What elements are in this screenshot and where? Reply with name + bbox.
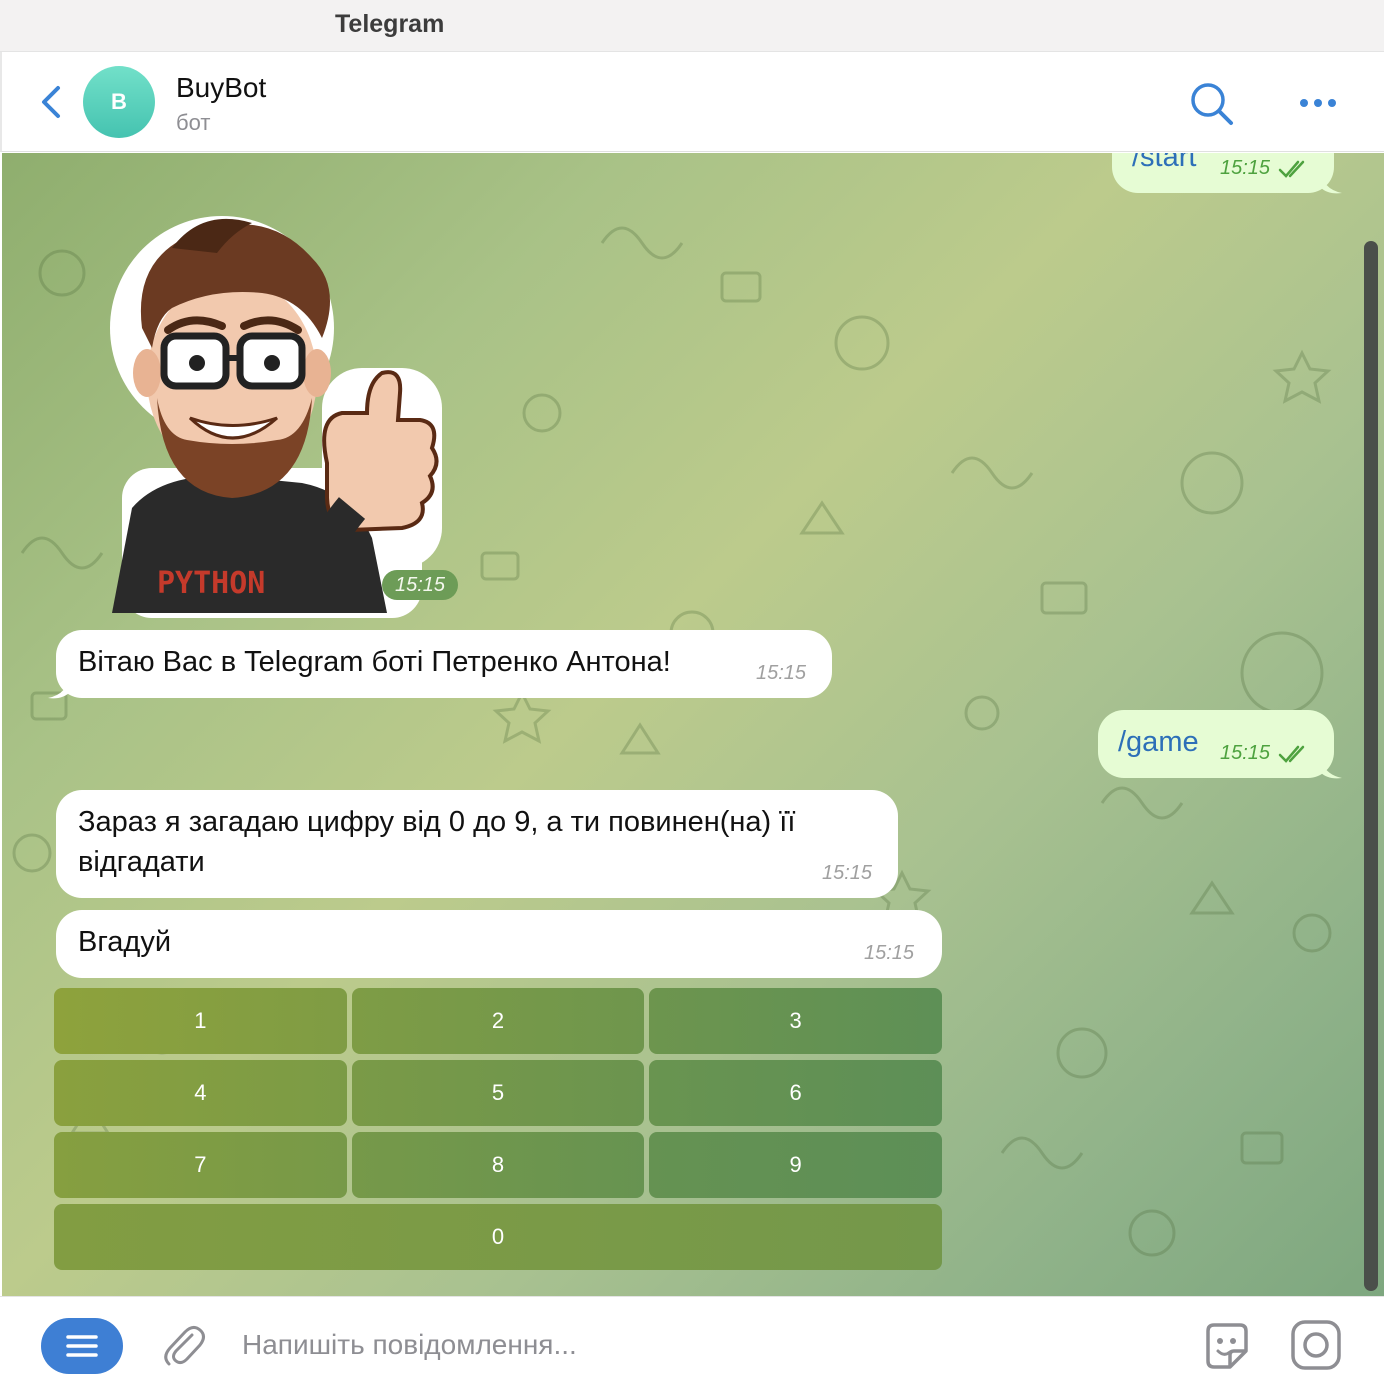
bubble-tail [1320,169,1342,194]
message-time: 15:15 [756,662,807,684]
avatar[interactable]: B [83,66,155,138]
window-titlebar: Telegram [0,0,1384,52]
bubble-tail [48,674,70,699]
sticker-icon[interactable] [1200,1319,1254,1373]
keyboard-button-6[interactable]: 6 [649,1060,942,1126]
keyboard-button-7[interactable]: 7 [54,1132,347,1198]
keyboard-button-1[interactable]: 1 [54,988,347,1054]
chevron-left-icon[interactable] [32,80,72,124]
keyboard-button-3[interactable]: 3 [649,988,942,1054]
keyboard-button-4[interactable]: 4 [54,1060,347,1126]
message-time: 15:15 [822,862,873,884]
scrollbar[interactable] [1364,241,1378,1291]
menu-button[interactable] [41,1318,123,1374]
keyboard-button-9[interactable]: 9 [649,1132,942,1198]
search-icon[interactable] [1188,80,1234,126]
keyboard-button-8[interactable]: 8 [351,1132,645,1198]
message-text: /game [1118,726,1199,758]
avatar-initial: B [111,89,127,114]
message-text: Зараз я загадаю цифру від 0 до 9, а ти п… [78,806,796,878]
chat-header: B BuyBot бот [0,52,1384,152]
message-bubble-outgoing[interactable]: /start 15:15 [1112,153,1334,193]
composer-bar [0,1296,1384,1386]
sticker-time: 15:15 [382,570,458,600]
bubble-tail [1320,754,1342,779]
message-bubble-outgoing[interactable]: /game 15:15 [1098,710,1334,778]
chat-status: бот [176,110,211,135]
message-text: Вгадуй [78,926,172,958]
message-text: /start [1132,153,1197,173]
message-time: 15:15 [1220,742,1271,764]
keyboard-button-5[interactable]: 5 [351,1060,645,1126]
more-horizontal-icon[interactable] [1296,88,1340,118]
sticker-image[interactable]: PYTHON [102,208,447,618]
double-check-icon [1278,745,1305,763]
keyboard-button-2[interactable]: 2 [351,988,645,1054]
window-title: Telegram [335,10,445,38]
message-bubble-incoming[interactable]: Зараз я загадаю цифру від 0 до 9, а ти п… [56,790,898,898]
menu-icon [66,1335,98,1357]
double-check-icon [1278,160,1305,178]
chat-area[interactable]: /start 15:15 PYTHON 15:15 Вітаю Вас в Te… [2,153,1384,1296]
paperclip-icon[interactable] [160,1321,206,1369]
message-input[interactable] [242,1323,1142,1367]
chat-name[interactable]: BuyBot [176,72,266,104]
keyboard-button-0[interactable]: 0 [54,1204,942,1270]
message-text: Вітаю Вас в Telegram боті Петренко Антон… [78,646,671,678]
message-bubble-incoming[interactable]: Вгадуй 15:15 [56,910,942,978]
sticker-shirt-text: PYTHON [157,566,265,601]
message-time: 15:15 [1220,157,1271,179]
record-icon[interactable] [1290,1319,1342,1371]
message-bubble-incoming[interactable]: Вітаю Вас в Telegram боті Петренко Антон… [56,630,832,698]
message-time: 15:15 [864,942,915,964]
